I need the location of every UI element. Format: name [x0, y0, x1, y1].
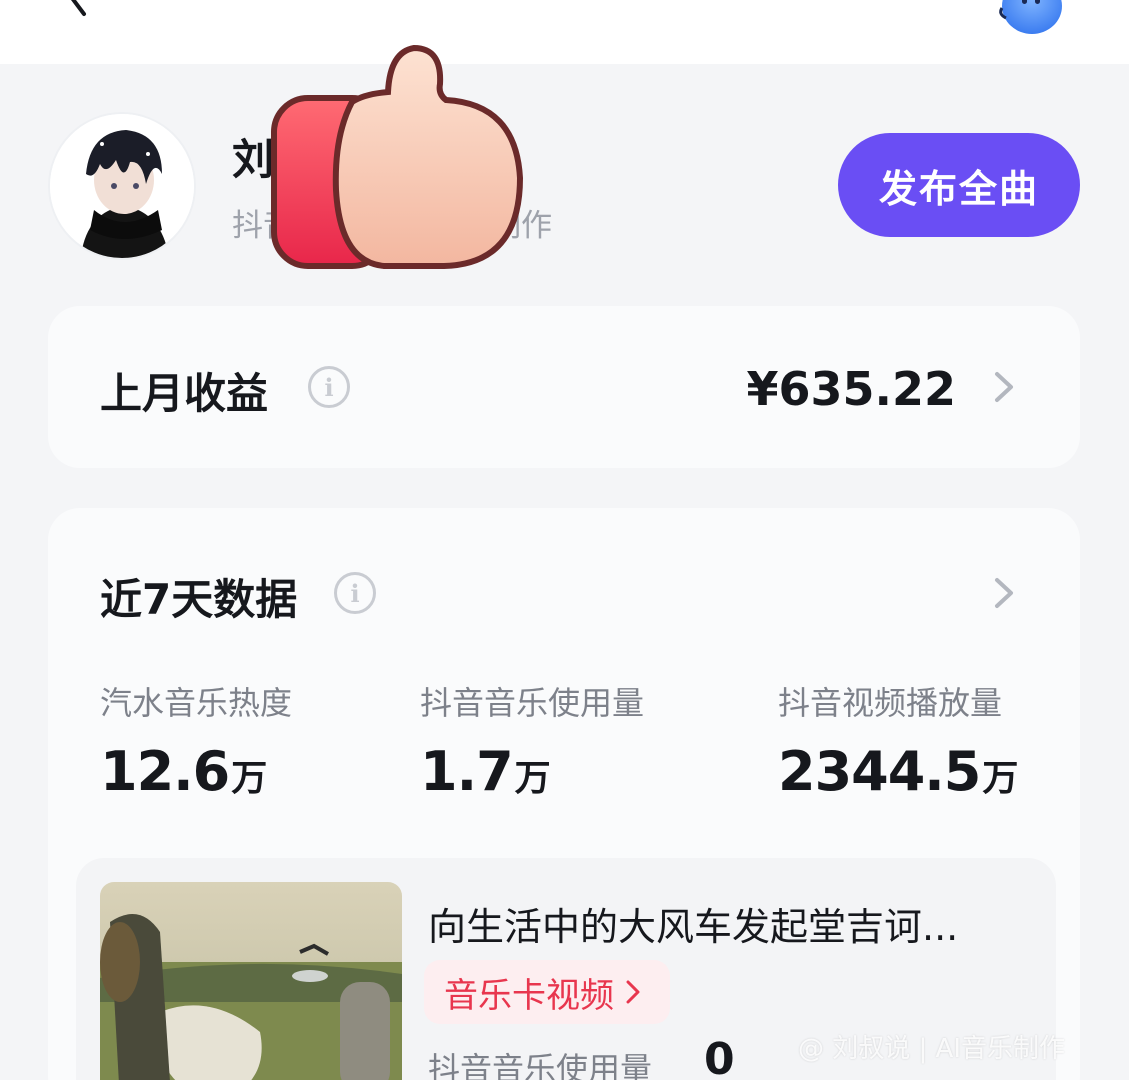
- publish-full-song-button[interactable]: 发布全曲: [838, 133, 1080, 237]
- usage-label: 抖音音乐使用量: [428, 1050, 653, 1080]
- thumbs-up-icon: [271, 44, 524, 269]
- avatar[interactable]: [48, 112, 196, 260]
- chevron-right-icon[interactable]: [992, 576, 1016, 610]
- metric-number: 1.7: [420, 740, 514, 803]
- bot-face-icon[interactable]: [996, 0, 1064, 36]
- usage-value: 0: [704, 1034, 735, 1080]
- music-card-video-tag[interactable]: 音乐卡视频: [424, 960, 670, 1024]
- metric-label: 汽水音乐热度: [100, 684, 293, 722]
- info-icon[interactable]: i: [308, 366, 350, 408]
- metric-value: 1.7万: [420, 740, 551, 803]
- song-cover-image[interactable]: [100, 882, 402, 1080]
- cover-painting: [100, 882, 402, 1080]
- stats-title: 近7天数据: [100, 575, 298, 624]
- top-bar: [0, 0, 1129, 64]
- metric-unit: 万: [514, 758, 551, 799]
- last-month-earnings-card[interactable]: 上月收益 i ¥635.22: [48, 306, 1080, 468]
- earnings-title: 上月收益: [100, 369, 269, 418]
- song-title[interactable]: 向生活中的大风车发起堂吉诃...: [428, 896, 958, 951]
- metric-label: 抖音视频播放量: [778, 684, 1003, 722]
- earnings-value: ¥635.22: [746, 362, 956, 416]
- metric-number: 12.6: [100, 740, 230, 803]
- watermark-text: @ 刘叔说 | AI音乐制作: [798, 1034, 1066, 1064]
- tag-label: 音乐卡视频: [444, 975, 614, 1016]
- metric-unit: 万: [231, 758, 267, 799]
- metric-number: 2344.5: [778, 740, 981, 803]
- metric-value: 2344.5万: [778, 740, 1018, 803]
- chevron-right-icon[interactable]: [992, 370, 1016, 404]
- metric-unit: 万: [982, 758, 1018, 799]
- metric-label: 抖音音乐使用量: [420, 684, 645, 722]
- chevron-right-icon: [626, 980, 640, 1004]
- back-arrow-icon[interactable]: [58, 0, 92, 20]
- avatar-image: [50, 114, 194, 258]
- metric-value: 12.6万: [100, 740, 267, 803]
- info-icon[interactable]: i: [334, 572, 376, 614]
